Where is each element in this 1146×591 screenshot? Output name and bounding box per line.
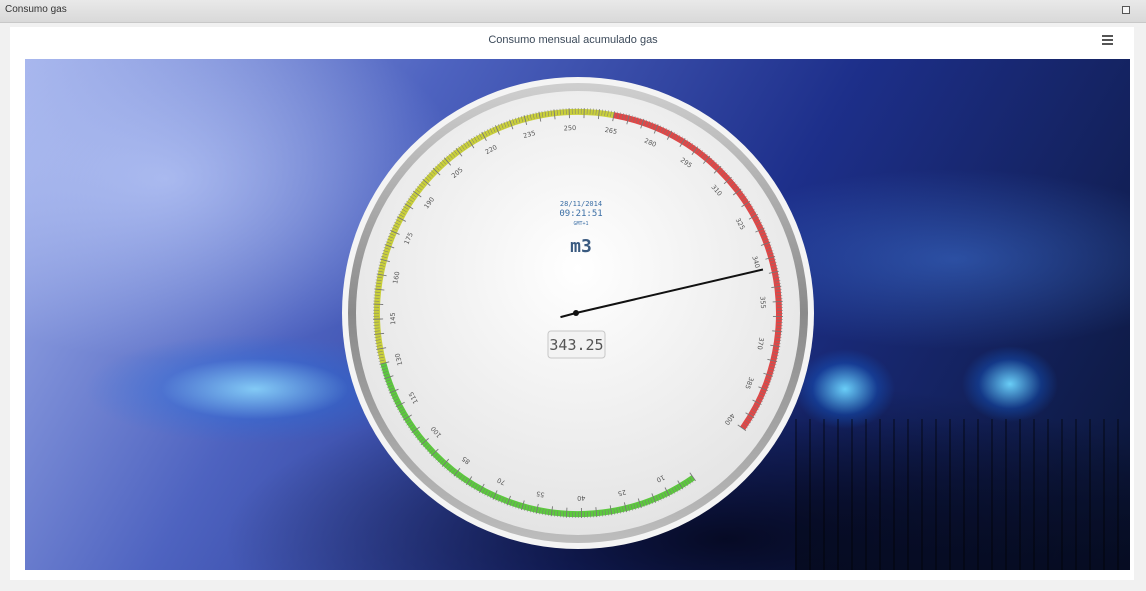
gauge-tick-label: 40 bbox=[577, 494, 585, 502]
gauge-value-readout: 343.25 bbox=[549, 336, 603, 354]
gauge-tick-label: 250 bbox=[564, 124, 577, 133]
burner-grate bbox=[795, 419, 1130, 570]
gauge-time: 09:21:51 bbox=[559, 209, 602, 219]
chart-title: Consumo mensual acumulado gas bbox=[488, 34, 658, 46]
menu-icon[interactable] bbox=[1102, 35, 1113, 45]
gauge-needle-hub bbox=[573, 310, 579, 316]
gauge-tick-mark bbox=[565, 507, 568, 518]
gauge-tick-mark bbox=[772, 300, 783, 303]
gauge-tick-label: 55 bbox=[535, 489, 545, 499]
window-title: Consumo gas bbox=[5, 4, 67, 15]
gauge-tick-label: 355 bbox=[758, 296, 767, 309]
window-titlebar: Consumo gas bbox=[0, 0, 1146, 23]
gauge-tick-label: 145 bbox=[389, 312, 397, 325]
gauge-timezone: GMT+1 bbox=[573, 221, 588, 227]
maximize-icon[interactable] bbox=[1122, 6, 1130, 14]
gauge-unit: m3 bbox=[570, 236, 592, 257]
gauge: 1025405570851001151301451601751902052202… bbox=[342, 77, 814, 549]
gauge-date: 28/11/2014 bbox=[560, 200, 602, 208]
